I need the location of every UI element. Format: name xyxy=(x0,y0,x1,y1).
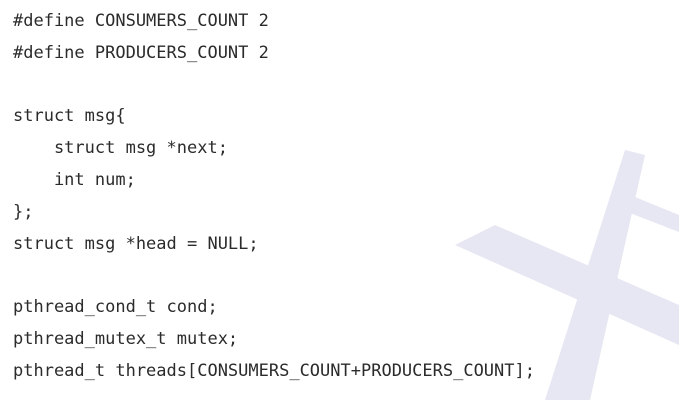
code-line-12: pthread_t threads[CONSUMERS_COUNT+PRODUC… xyxy=(13,360,535,381)
code-block: #define CONSUMERS_COUNT 2 #define PRODUCE… xyxy=(13,6,535,388)
code-line-7: }; xyxy=(13,201,34,222)
code-line-5: struct msg *next; xyxy=(13,138,228,159)
code-line-10: pthread_cond_t cond; xyxy=(13,297,218,318)
code-line-4: struct msg{ xyxy=(13,106,126,127)
code-line-8: struct msg *head = NULL; xyxy=(13,233,259,254)
code-line-11: pthread_mutex_t mutex; xyxy=(13,328,239,349)
code-line-2: #define PRODUCERS_COUNT 2 xyxy=(13,42,269,63)
code-snippet-page: #define CONSUMERS_COUNT 2 #define PRODUCE… xyxy=(0,0,679,409)
code-line-6: int num; xyxy=(13,169,136,190)
code-line-1: #define CONSUMERS_COUNT 2 xyxy=(13,11,269,31)
